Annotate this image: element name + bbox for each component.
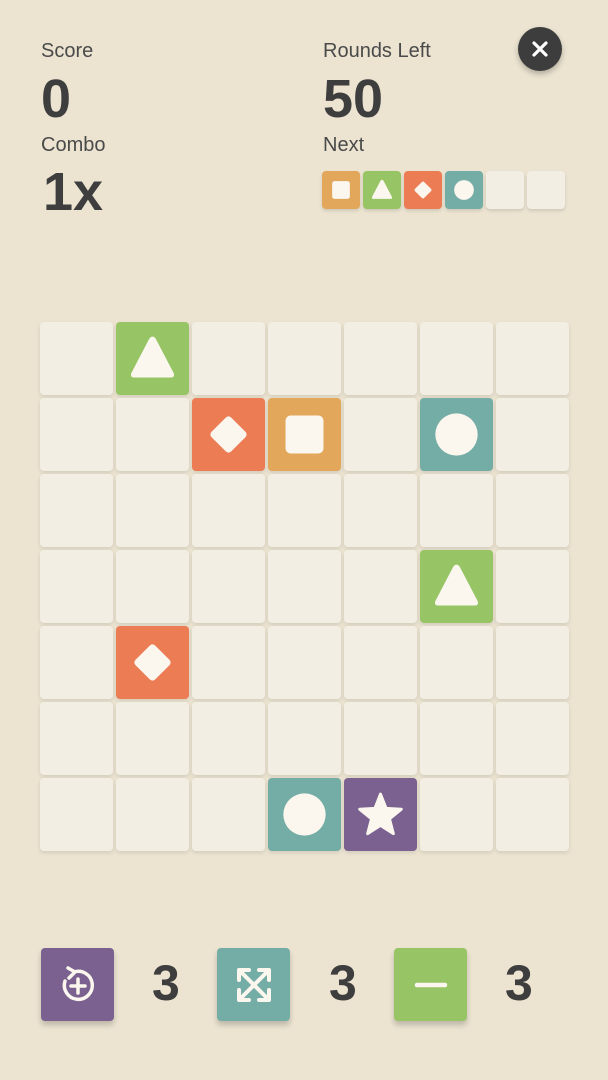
board-cell[interactable] (116, 550, 189, 623)
expand-powerup-button[interactable] (217, 948, 290, 1021)
next-piece-circle (445, 171, 483, 209)
board-cell[interactable] (496, 550, 569, 623)
board-cell[interactable] (344, 474, 417, 547)
shuffle-powerup-count: 3 (152, 955, 180, 1011)
triangle-icon (371, 179, 393, 199)
board-cell[interactable] (496, 702, 569, 775)
board-cell[interactable] (192, 474, 265, 547)
star-icon (358, 792, 403, 836)
next-label: Next (323, 134, 365, 156)
rounds-left-value: 50 (323, 69, 384, 129)
board-cell[interactable] (268, 626, 341, 699)
board-piece-circle[interactable] (268, 778, 341, 851)
circle-icon (283, 793, 326, 836)
next-queue (322, 171, 565, 209)
diamond-icon (134, 644, 171, 681)
board-cell[interactable] (192, 322, 265, 395)
board-cell[interactable] (40, 778, 113, 851)
minus-icon (414, 982, 447, 987)
board-cell[interactable] (268, 550, 341, 623)
rotate-plus-icon (62, 965, 94, 1001)
score-label: Score (41, 40, 94, 62)
board-cell[interactable] (420, 702, 493, 775)
circle-icon (435, 413, 478, 456)
circle-icon (454, 180, 474, 200)
next-piece-triangle (363, 171, 401, 209)
board-cell[interactable] (116, 398, 189, 471)
combo-label: Combo (41, 134, 106, 156)
next-piece-diamond (404, 171, 442, 209)
shuffle-powerup-button[interactable] (41, 948, 114, 1021)
game-board (40, 322, 569, 851)
board-cell[interactable] (116, 778, 189, 851)
board-cell[interactable] (192, 550, 265, 623)
board-piece-triangle[interactable] (420, 550, 493, 623)
next-slot-empty (527, 171, 565, 209)
board-cell[interactable] (420, 474, 493, 547)
board-cell[interactable] (192, 702, 265, 775)
board-cell[interactable] (344, 626, 417, 699)
next-piece-square (322, 171, 360, 209)
diamond-icon (210, 416, 247, 453)
combo-value: 1x (43, 162, 104, 222)
board-piece-circle[interactable] (420, 398, 493, 471)
close-button[interactable] (518, 27, 562, 71)
minus-powerup-button[interactable] (394, 948, 467, 1021)
next-slot-empty (486, 171, 524, 209)
triangle-icon (130, 336, 175, 378)
expand-powerup-count: 3 (329, 955, 357, 1011)
board-cell[interactable] (344, 702, 417, 775)
board-piece-triangle[interactable] (116, 322, 189, 395)
board-cell[interactable] (268, 702, 341, 775)
board-cell[interactable] (40, 398, 113, 471)
board-cell[interactable] (192, 778, 265, 851)
expand-arrows-icon (236, 967, 271, 1002)
board-cell[interactable] (116, 474, 189, 547)
board-cell[interactable] (496, 778, 569, 851)
board-cell[interactable] (420, 626, 493, 699)
close-icon (532, 41, 548, 57)
board-cell[interactable] (40, 474, 113, 547)
board-cell[interactable] (268, 322, 341, 395)
board-piece-diamond[interactable] (192, 398, 265, 471)
minus-powerup-count: 3 (505, 955, 533, 1011)
square-icon (332, 181, 350, 199)
board-cell[interactable] (496, 474, 569, 547)
board-cell[interactable] (420, 322, 493, 395)
board-piece-diamond[interactable] (116, 626, 189, 699)
square-icon (285, 415, 324, 454)
board-cell[interactable] (344, 398, 417, 471)
board-cell[interactable] (344, 550, 417, 623)
triangle-icon (434, 564, 479, 606)
board-cell[interactable] (496, 626, 569, 699)
diamond-icon (414, 181, 432, 199)
rounds-left-label: Rounds Left (323, 40, 431, 62)
board-cell[interactable] (40, 626, 113, 699)
board-cell[interactable] (268, 474, 341, 547)
board-cell[interactable] (116, 702, 189, 775)
board-cell[interactable] (40, 322, 113, 395)
board-cell[interactable] (344, 322, 417, 395)
board-cell[interactable] (192, 626, 265, 699)
board-cell[interactable] (496, 398, 569, 471)
board-piece-star[interactable] (344, 778, 417, 851)
board-cell[interactable] (40, 702, 113, 775)
score-value: 0 (41, 69, 72, 129)
board-piece-square[interactable] (268, 398, 341, 471)
board-cell[interactable] (496, 322, 569, 395)
board-cell[interactable] (40, 550, 113, 623)
board-cell[interactable] (420, 778, 493, 851)
